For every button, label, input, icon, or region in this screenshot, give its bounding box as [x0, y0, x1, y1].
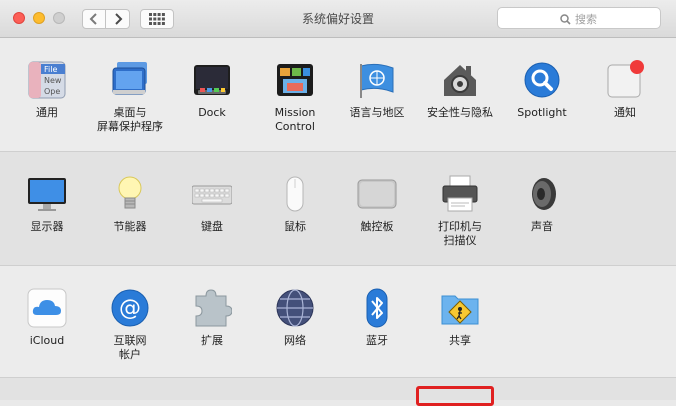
mission-control-icon	[275, 60, 315, 100]
pref-security[interactable]: 安全性与隐私	[420, 60, 500, 120]
display-icon	[27, 174, 67, 214]
keyboard-icon	[191, 174, 233, 214]
personal-section: File New Ope 通用 桌面与 屏幕保护程序 Dock Mission …	[0, 38, 676, 152]
pref-label: Dock	[198, 106, 226, 119]
desktop-icon	[110, 60, 150, 100]
forward-button[interactable]	[106, 9, 130, 29]
notifications-icon	[605, 60, 645, 100]
search-icon	[560, 13, 571, 25]
show-all-button[interactable]	[140, 9, 174, 29]
pref-label: 打印机与 扫描仪	[438, 220, 482, 247]
pref-label: 显示器	[30, 220, 64, 233]
mouse-icon	[275, 174, 315, 214]
pref-label: 语言与地区	[349, 106, 405, 119]
pref-desktop[interactable]: 桌面与 屏幕保护程序	[90, 60, 170, 134]
pref-label: 网络	[284, 334, 306, 347]
pref-label: Spotlight	[517, 106, 567, 119]
speaker-icon	[522, 174, 562, 214]
pref-label: 互联网 帐户	[113, 334, 147, 361]
pref-general[interactable]: File New Ope 通用	[7, 60, 87, 120]
search-placeholder: 搜索	[575, 13, 597, 26]
spotlight-icon	[522, 60, 562, 100]
pref-printers[interactable]: 打印机与 扫描仪	[420, 174, 500, 248]
globe-icon	[275, 288, 315, 328]
pref-label: 键盘	[201, 220, 223, 233]
highlight-box	[416, 386, 494, 406]
trackpad-icon	[357, 174, 397, 214]
pref-label: 安全性与隐私	[427, 106, 493, 119]
pref-label: iCloud	[29, 334, 65, 347]
at-sign-icon: @	[110, 288, 150, 328]
title-bar: 系统偏好设置 搜索	[0, 0, 676, 38]
minimize-window-button[interactable]	[33, 12, 45, 24]
system-section	[0, 378, 676, 400]
chevron-right-icon	[114, 13, 122, 25]
printer-icon	[440, 174, 480, 214]
general-icon: File New Ope	[27, 60, 67, 100]
dock-icon	[192, 60, 232, 100]
pref-trackpad[interactable]: 触控板	[337, 174, 417, 234]
pref-mission-control[interactable]: Mission Control	[255, 60, 335, 134]
pref-label: 触控板	[360, 220, 394, 233]
pref-internet-accounts[interactable]: @ 互联网 帐户	[90, 288, 170, 362]
close-window-button[interactable]	[13, 12, 25, 24]
pref-keyboard[interactable]: 键盘	[172, 174, 252, 234]
pref-icloud[interactable]: iCloud	[7, 288, 87, 348]
pref-extensions[interactable]: 扩展	[172, 288, 252, 348]
bluetooth-icon	[357, 288, 397, 328]
svg-text:Ope: Ope	[44, 87, 60, 96]
hardware-section: 显示器 节能器 键盘 鼠标 触控板 打印机与 扫描仪 声音	[0, 152, 676, 266]
pref-spotlight[interactable]: Spotlight	[502, 60, 582, 120]
pref-bluetooth[interactable]: 蓝牙	[337, 288, 417, 348]
pref-displays[interactable]: 显示器	[7, 174, 87, 234]
svg-text:New: New	[44, 76, 62, 85]
lightbulb-icon	[110, 174, 150, 214]
pref-label: Mission Control	[274, 106, 316, 133]
pref-sharing[interactable]: 共享	[420, 288, 500, 348]
chevron-left-icon	[89, 13, 97, 25]
grid-icon	[149, 13, 165, 25]
pref-dock[interactable]: Dock	[172, 60, 252, 120]
pref-energy[interactable]: 节能器	[90, 174, 170, 234]
back-button[interactable]	[82, 9, 106, 29]
pref-sound[interactable]: 声音	[502, 174, 582, 234]
sharing-folder-icon	[440, 288, 480, 328]
pref-label: 声音	[531, 220, 553, 233]
pref-label: 通知	[614, 106, 636, 119]
pref-mouse[interactable]: 鼠标	[255, 174, 335, 234]
pref-network[interactable]: 网络	[255, 288, 335, 348]
puzzle-piece-icon	[192, 288, 233, 328]
un-flag-icon	[357, 60, 397, 100]
pref-label: 扩展	[201, 334, 223, 347]
pref-notifications[interactable]: 通知	[585, 60, 665, 120]
internet-section: iCloud @ 互联网 帐户 扩展 网络 蓝牙 共享	[0, 266, 676, 378]
pref-label: 节能器	[113, 220, 147, 233]
house-lock-icon	[440, 60, 480, 100]
pref-label: 鼠标	[284, 220, 306, 233]
pref-label: 共享	[449, 334, 471, 347]
search-field[interactable]: 搜索	[497, 7, 661, 29]
icloud-icon	[27, 288, 67, 328]
zoom-window-button[interactable]	[53, 12, 65, 24]
pref-label: 桌面与 屏幕保护程序	[97, 106, 163, 133]
pref-label: 通用	[36, 106, 58, 119]
window-title: 系统偏好设置	[301, 12, 374, 26]
pref-language[interactable]: 语言与地区	[337, 60, 417, 120]
svg-text:File: File	[44, 65, 57, 74]
svg-text:@: @	[119, 296, 141, 321]
pref-label: 蓝牙	[366, 334, 388, 347]
